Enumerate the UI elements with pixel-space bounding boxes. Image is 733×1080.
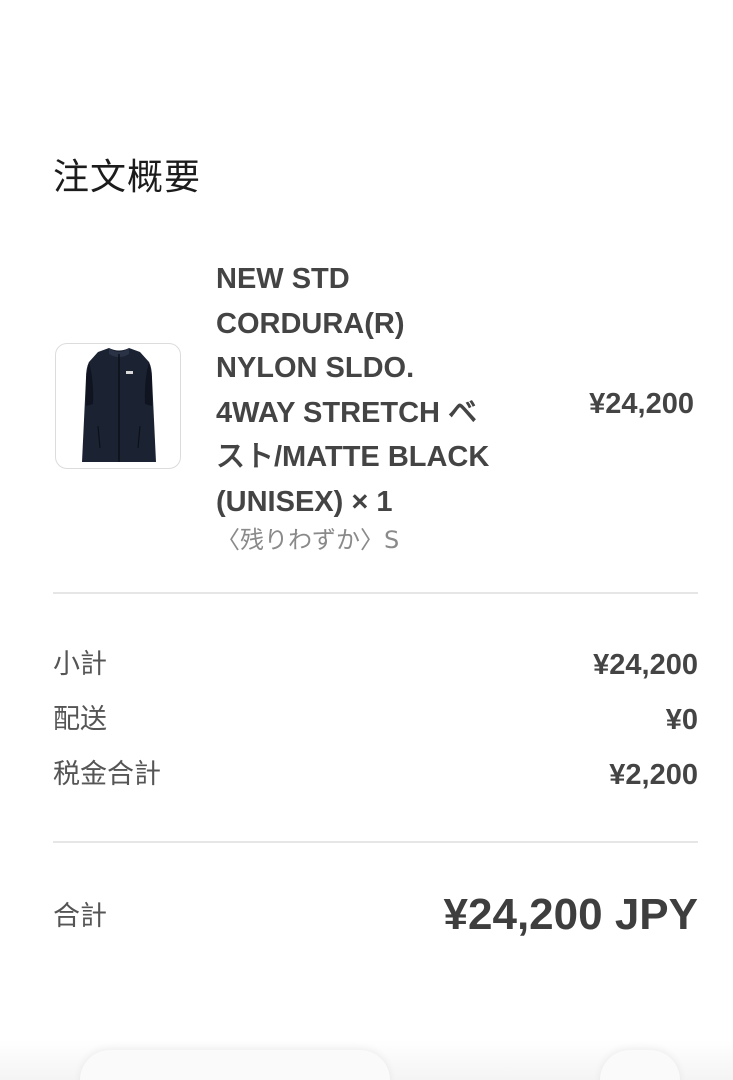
subtotal-value: ¥24,200	[593, 649, 698, 681]
product-name-line: NYLON SLDO.	[216, 352, 415, 384]
subtotal-row: 小計 ¥24,200	[53, 645, 698, 685]
tax-label: 税金合計	[53, 759, 161, 790]
shipping-value: ¥0	[665, 704, 698, 736]
product-name-line: 4WAY STRETCH ベ	[216, 396, 478, 429]
total-row: 合計 ¥24,200 JPY	[53, 885, 698, 945]
order-summary-page: 注文概要 NEW STD CORDURA(R) NYLON SLDO. 4WAY…	[0, 0, 733, 1080]
tax-value: ¥2,200	[609, 759, 698, 791]
order-summary-title: 注文概要	[53, 157, 202, 198]
product-name-line: (UNISEX) × 1	[216, 485, 393, 518]
line-item[interactable]: NEW STD CORDURA(R) NYLON SLDO. 4WAY STRE…	[55, 255, 698, 565]
tax-row: 税金合計 ¥2,200	[53, 755, 698, 795]
product-variant: 〈残りわずか〉S	[216, 526, 400, 554]
shipping-row: 配送 ¥0	[53, 700, 698, 740]
divider	[53, 592, 698, 594]
divider	[53, 841, 698, 843]
bottom-button[interactable]	[80, 1050, 390, 1080]
black-vest-image	[82, 348, 156, 462]
total-value: ¥24,200 JPY	[443, 890, 698, 939]
product-price: ¥24,200	[589, 388, 694, 420]
subtotal-label: 小計	[53, 649, 107, 680]
total-label: 合計	[53, 901, 107, 932]
shipping-label: 配送	[53, 704, 107, 735]
product-name-line: スト/MATTE BLACK	[216, 441, 490, 473]
product-thumbnail	[55, 343, 181, 469]
product-name-line: CORDURA(R)	[216, 307, 405, 340]
product-name: NEW STD CORDURA(R) NYLON SLDO. 4WAY STRE…	[216, 257, 516, 524]
product-name-line: NEW STD	[216, 263, 350, 295]
